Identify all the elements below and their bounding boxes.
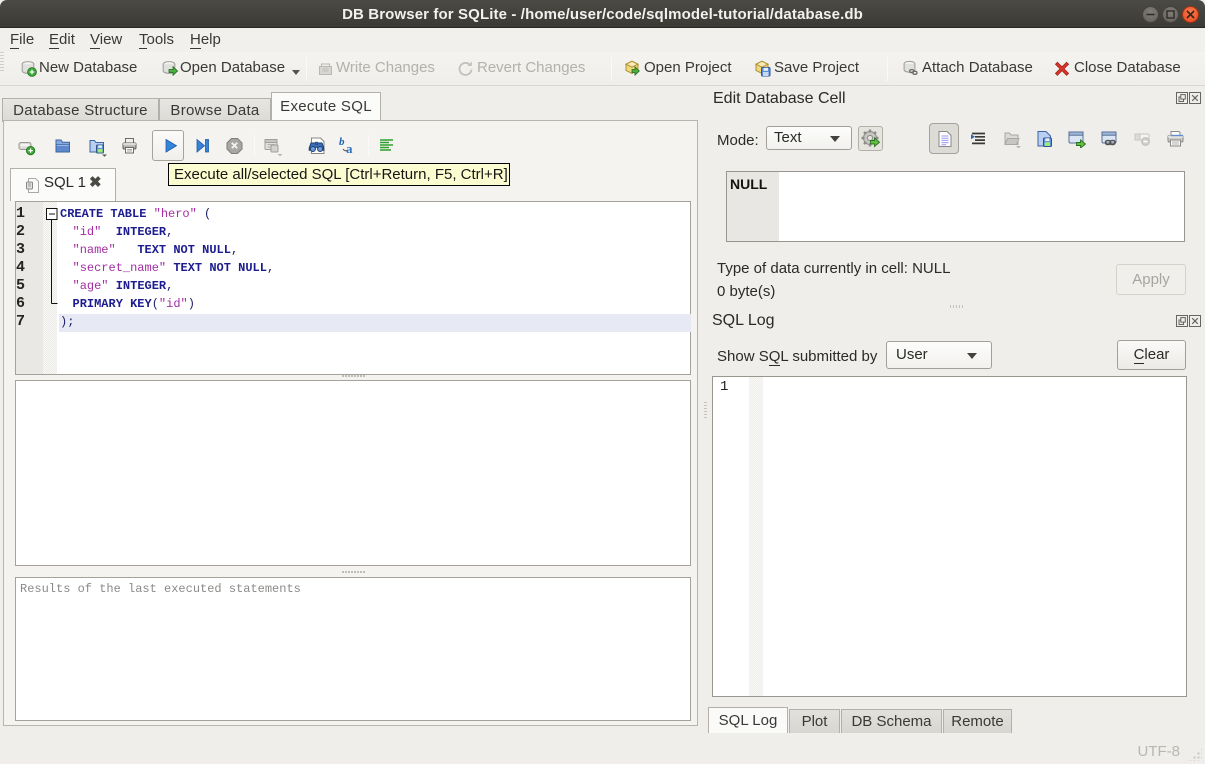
svg-text:b: b [339, 136, 345, 148]
svg-text:a: a [346, 141, 353, 156]
